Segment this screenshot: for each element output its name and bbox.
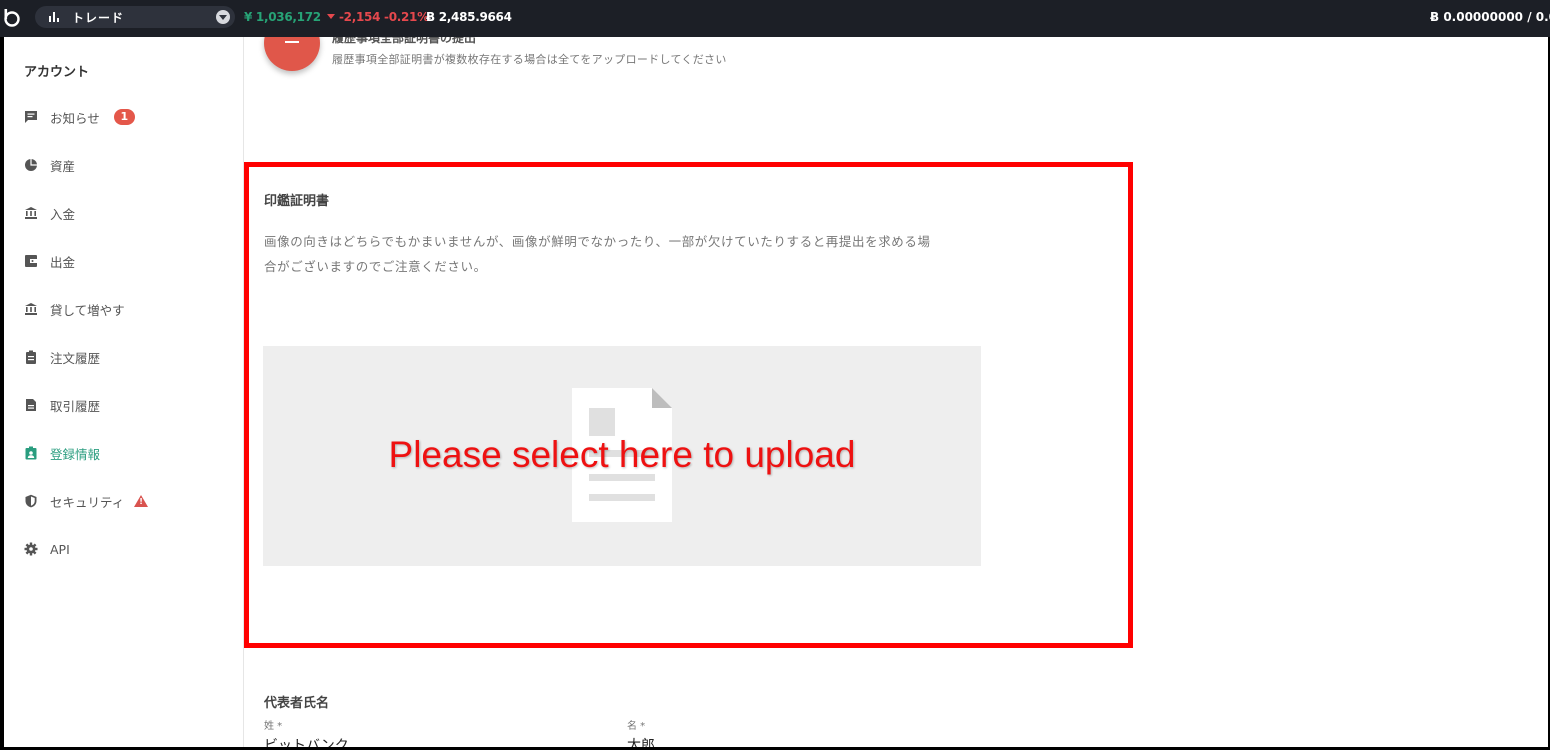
sidebar-item-label: 資産	[50, 158, 76, 174]
clipboard-icon	[26, 350, 36, 364]
sidebar-item-label: 貸して増やす	[50, 302, 125, 318]
sidebar-item-deposit[interactable]: 入金	[24, 203, 75, 223]
description-line: 合がございますのでご注意ください。	[264, 259, 487, 274]
sidebar-item-label: 取引履歴	[50, 398, 101, 414]
bitbank-logo-icon[interactable]	[3, 8, 21, 28]
sidebar-item-withdraw[interactable]: 出金	[24, 251, 75, 271]
sidebar-item-assets[interactable]: 資産	[24, 155, 75, 175]
sidebar-item-security[interactable]: セキュリティ	[24, 491, 149, 511]
mode-select[interactable]: トレード	[35, 6, 235, 28]
seal-certificate-description: 画像の向きはどちらでもかまいませんが、画像が鮮明でなかったり、一部が欠けていたり…	[264, 229, 984, 279]
sidebar-item-label: API	[50, 541, 70, 557]
balance-value: 0.00000000 / 0.00	[1443, 10, 1550, 24]
price-change: -2,154 -0.21%	[327, 10, 429, 24]
sidebar: アカウント お知らせ 1 資産 入金 出金 貸して増やす 注文履歴 取引履歴 登…	[4, 37, 244, 747]
down-triangle-icon	[327, 14, 335, 19]
sidebar-title: アカウント	[24, 65, 90, 80]
upload-dropzone[interactable]: Please select here to upload	[263, 346, 981, 566]
prev-section-note: 履歴事項全部証明書が複数枚存在する場合は全てをアップロードしてください	[332, 53, 727, 66]
btc-price-value: 2,485.9664	[438, 10, 512, 24]
upload-annotation: Please select here to upload	[388, 434, 856, 475]
sidebar-item-api[interactable]: API	[24, 539, 70, 559]
jpy-price: ¥ 1,036,172	[244, 10, 321, 24]
first-name-field[interactable]: 太郎	[627, 735, 655, 747]
pie-chart-icon	[25, 159, 37, 171]
app-window: アカウント お知らせ 1 資産 入金 出金 貸して増やす 注文履歴 取引履歴 登…	[4, 37, 1548, 747]
first-name-label: 名 *	[627, 721, 646, 732]
bitcoin-icon: Ƀ	[426, 10, 439, 24]
sidebar-item-order-history[interactable]: 注文履歴	[24, 347, 100, 367]
sidebar-item-notifications[interactable]: お知らせ 1	[24, 107, 135, 127]
sidebar-item-lending[interactable]: 貸して増やす	[24, 299, 125, 319]
last-name-field[interactable]: ビットバンク	[264, 735, 349, 747]
id-badge-icon	[25, 446, 37, 460]
sidebar-item-label: 入金	[50, 206, 76, 222]
account-balance[interactable]: Ƀ 0.00000000 / 0.00	[1430, 10, 1550, 24]
description-line: 画像の向きはどちらでもかまいませんが、画像が鮮明でなかったり、一部が欠けていたり…	[264, 234, 931, 249]
notification-badge: 1	[113, 109, 135, 125]
sidebar-item-label: セキュリティ	[50, 494, 125, 510]
representative-name-title: 代表者氏名	[264, 696, 330, 711]
sidebar-item-label: お知らせ	[50, 110, 100, 126]
seal-certificate-title: 印鑑証明書	[264, 194, 330, 209]
sidebar-item-label: 登録情報	[50, 446, 101, 462]
gear-icon	[24, 542, 38, 556]
btc-price: Ƀ 2,485.9664	[426, 10, 512, 24]
bank-icon	[25, 207, 37, 219]
sidebar-item-label: 注文履歴	[50, 350, 101, 366]
wallet-icon	[25, 255, 37, 267]
bitcoin-icon: Ƀ	[1430, 10, 1444, 24]
warning-icon	[134, 495, 149, 507]
mode-label: トレード	[72, 10, 125, 25]
bar-chart-icon	[49, 12, 59, 22]
prev-section-title: 履歴事項全部証明書の提出	[332, 37, 477, 45]
document-icon	[26, 399, 36, 411]
price-change-value: -2,154 -0.21%	[339, 10, 429, 24]
last-name-label: 姓 *	[264, 721, 283, 732]
remove-file-button[interactable]	[264, 37, 320, 71]
sidebar-item-label: 出金	[50, 254, 76, 270]
message-icon	[25, 111, 37, 123]
main-content: 履歴事項全部証明書の提出 履歴事項全部証明書が複数枚存在する場合は全てをアップロ…	[244, 37, 1548, 747]
shield-icon	[25, 494, 37, 508]
sidebar-item-trade-history[interactable]: 取引履歴	[24, 395, 100, 415]
top-bar: トレード ¥ 1,036,172 -2,154 -0.21% Ƀ 2,485.9…	[0, 0, 1550, 37]
chevron-down-icon[interactable]	[216, 10, 230, 24]
sidebar-item-registration[interactable]: 登録情報	[24, 443, 100, 463]
bank-icon	[25, 303, 37, 315]
